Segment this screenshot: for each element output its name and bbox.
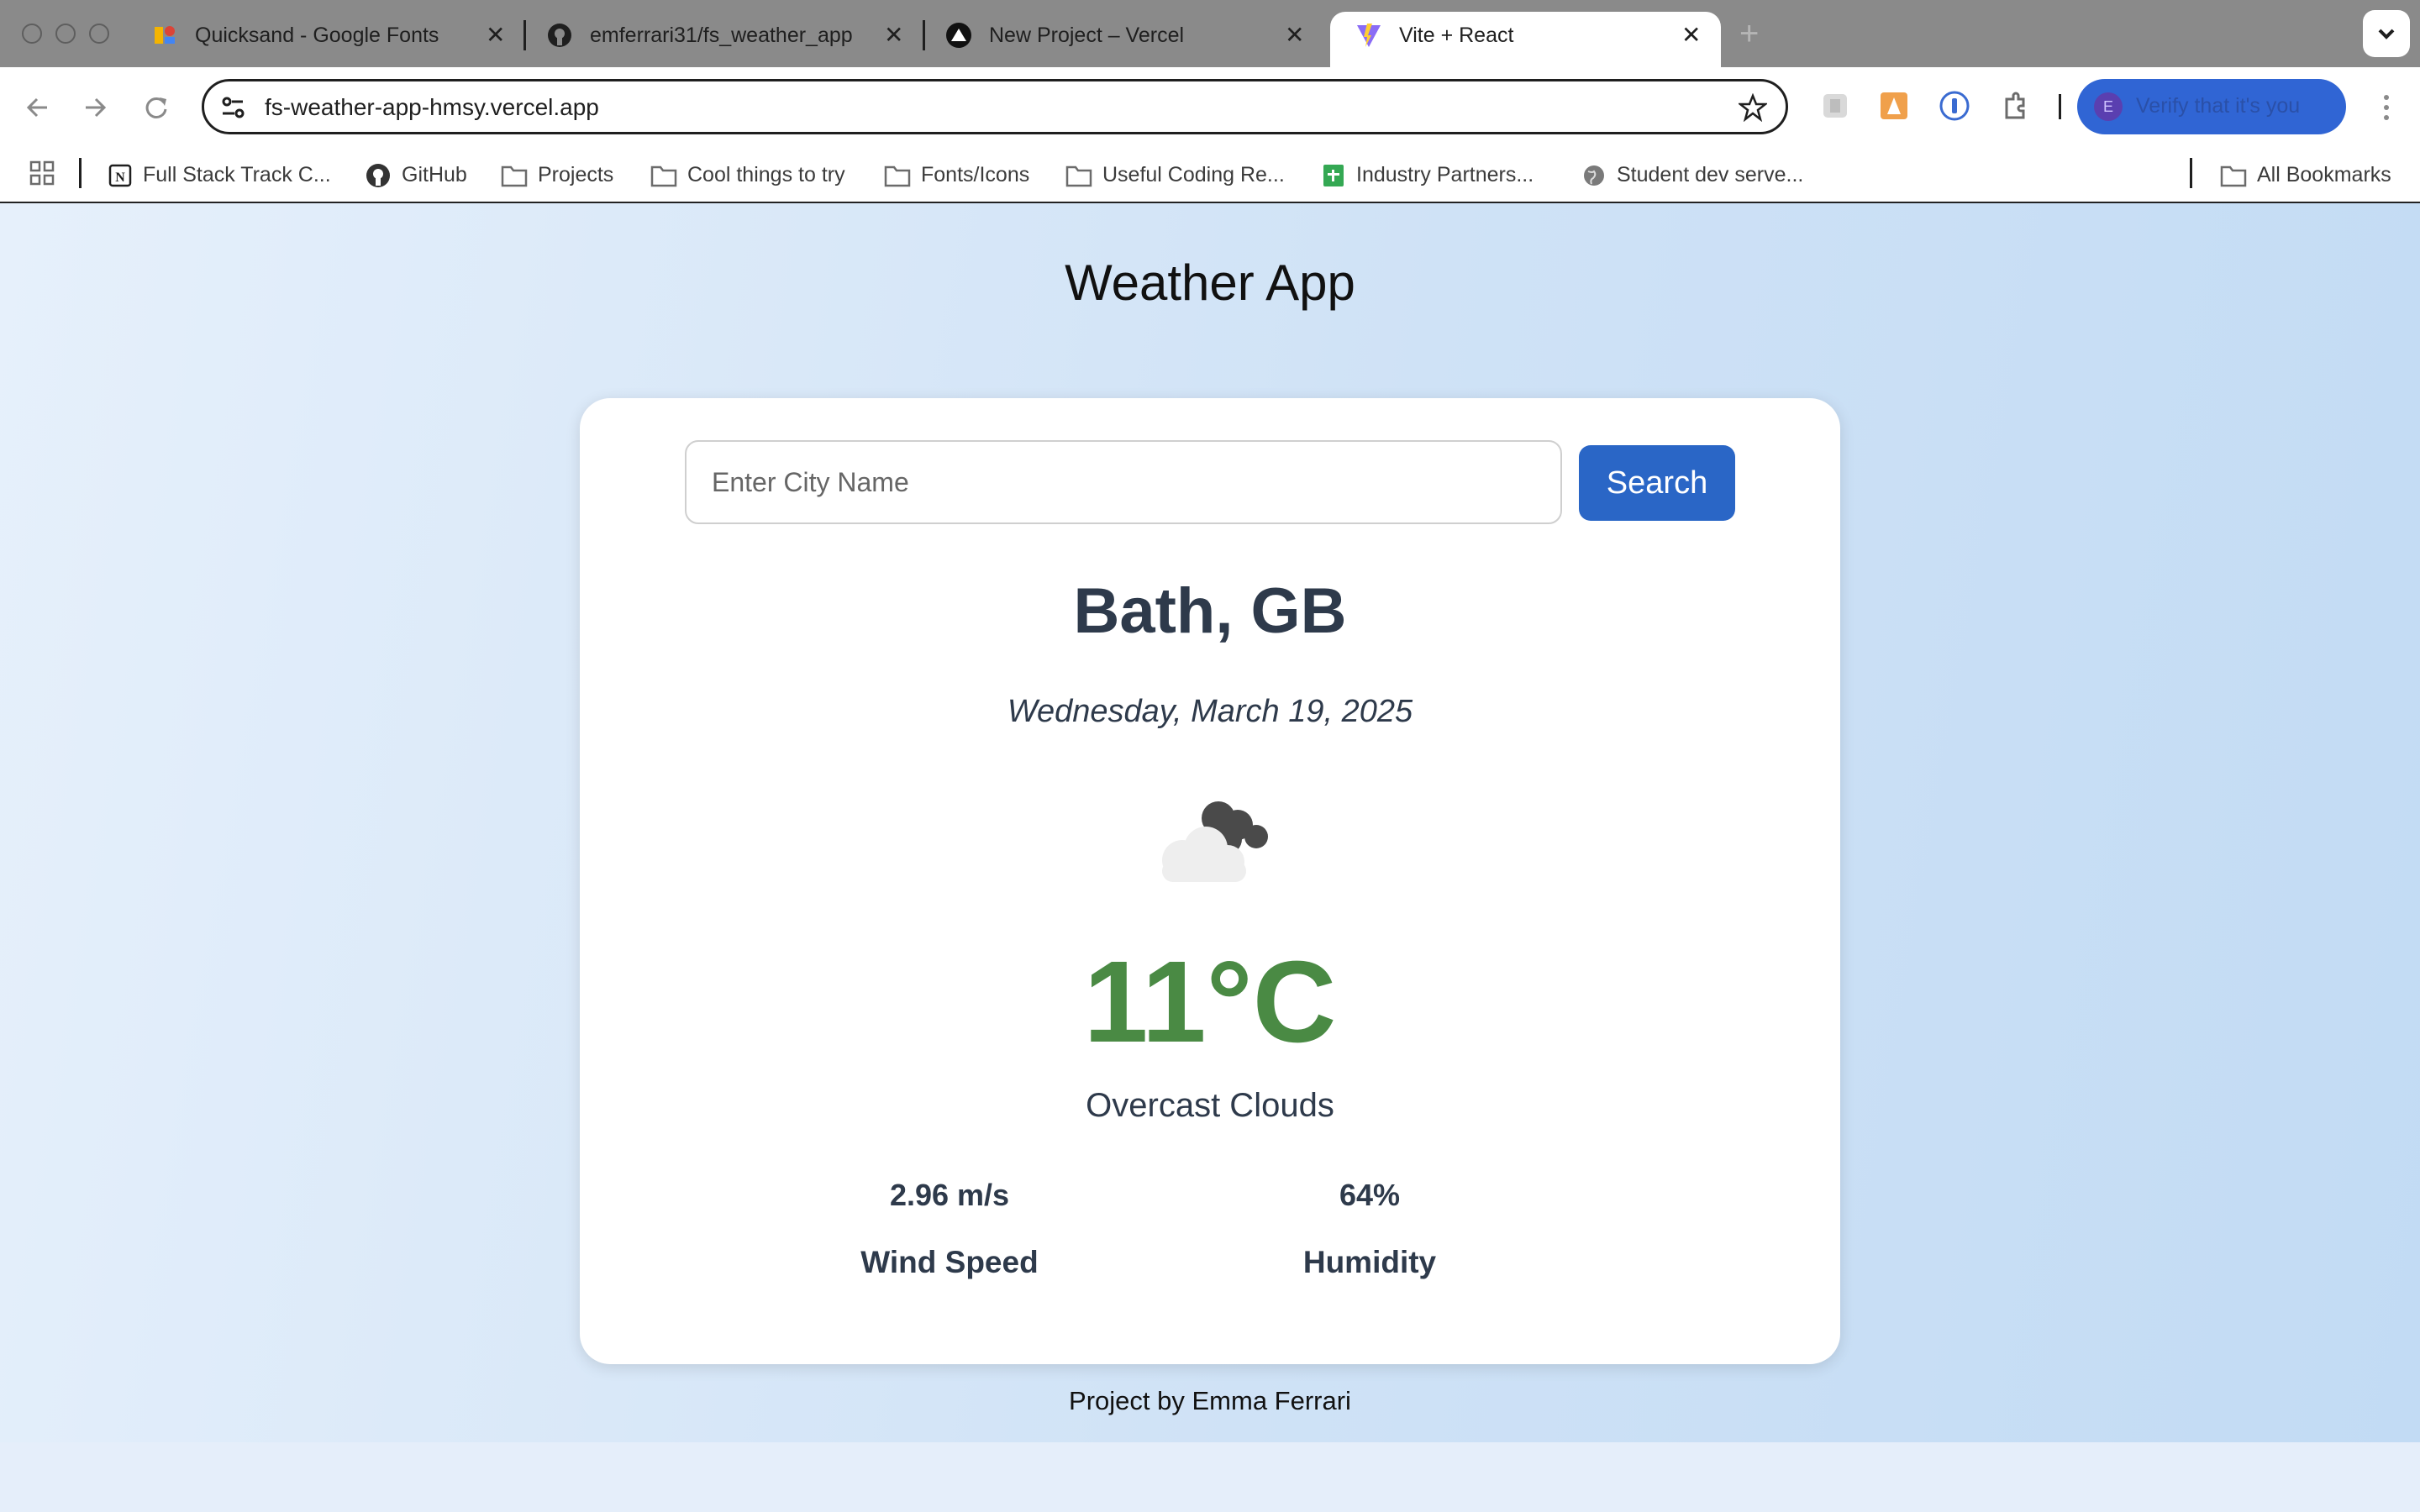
bookmark-star-icon[interactable] [1739,93,1767,122]
browser-toolbar: fs-weather-app-hmsy.vercel.app E Verify … [0,67,2420,146]
bookmark-label: Fonts/Icons [921,163,1030,186]
sheets-icon [1323,165,1344,187]
search-button[interactable]: Search [1579,445,1735,521]
page-bottom-area [0,1442,2420,1512]
tab-google-fonts[interactable]: Quicksand - Google Fonts ✕ [126,12,521,67]
folder-icon [2220,166,2247,187]
extension-icon[interactable] [1818,89,1852,123]
kebab-menu-icon[interactable] [2370,91,2403,124]
close-icon[interactable]: ✕ [486,22,505,49]
bookmark-github[interactable]: GitHub [365,160,467,190]
bookmark-projects[interactable]: Projects [501,160,613,190]
wind-speed-value: 2.96 m/s [889,1178,1010,1212]
weather-app-page: Weather App Search Bath, GB Wednesday, M… [0,203,2420,1442]
overcast-clouds-icon [1162,801,1268,882]
bookmark-useful-coding-resources[interactable]: Useful Coding Re... [1065,160,1285,190]
bookmark-cool-things-to-try[interactable]: Cool things to try [650,160,845,190]
weather-description: Overcast Clouds [1086,1087,1334,1124]
bookmark-label: Useful Coding Re... [1102,163,1285,186]
bookmark-separator [79,158,82,188]
bookmark-label: Full Stack Track C... [143,163,331,186]
reload-icon[interactable] [141,92,171,123]
bookmark-separator [2190,158,2192,188]
bookmark-label: Industry Partners... [1356,163,1534,186]
close-icon[interactable]: ✕ [884,22,903,49]
url-text[interactable]: fs-weather-app-hmsy.vercel.app [265,94,599,121]
bookmark-industry-partners[interactable]: Industry Partners... [1321,160,1534,190]
folder-icon [650,166,677,187]
wind-speed-label: Wind Speed [860,1245,1039,1279]
bookmark-fonts-icons[interactable]: Fonts/Icons [884,160,1029,190]
humidity-stat: 64% Humidity [1231,1178,1508,1280]
city-search-input[interactable] [685,440,1562,524]
bookmark-label: Projects [538,163,614,186]
folder-icon [884,166,911,187]
github-icon [366,164,390,188]
bookmark-label: All Bookmarks [2257,163,2391,186]
bookmarks-bar: N Full Stack Track C... GitHub Projects … [0,146,2420,203]
apps-grid-icon[interactable] [29,160,55,186]
city-name: Bath, GB [1073,575,1347,647]
github-icon [548,24,571,47]
bookmark-label: Cool things to try [687,163,845,186]
bookmark-full-stack-track[interactable]: N Full Stack Track C... [108,160,331,190]
google-fonts-icon [155,26,175,44]
extension-icon[interactable] [1877,89,1911,123]
window-minimize-button[interactable] [55,24,76,44]
extensions-puzzle-icon[interactable] [1998,89,2032,123]
folder-icon [1065,166,1092,187]
bookmark-label: GitHub [402,163,467,186]
bookmark-label: Student dev serve... [1617,163,1804,186]
new-tab-icon[interactable]: + [1739,15,1759,53]
close-icon[interactable]: ✕ [1681,22,1701,49]
globe-icon [1584,165,1604,186]
tab-strip: Quicksand - Google Fonts ✕ emferrari31/f… [0,0,2420,67]
current-date: Wednesday, March 19, 2025 [1007,694,1413,729]
temperature: 11°C [1083,937,1337,1067]
tab-title: Vite + React [1399,24,1514,47]
profile-status-text: Verify that it's you [2136,94,2301,118]
toolbar-separator [2059,94,2061,119]
wind-speed-stat: 2.96 m/s Wind Speed [811,1178,1088,1280]
site-settings-icon[interactable] [219,93,248,122]
footer-credit: Project by Emma Ferrari [1069,1386,1351,1415]
svg-text:N: N [115,171,125,185]
avatar: E [2094,92,2123,121]
password-manager-icon[interactable] [1938,89,1971,123]
back-arrow-icon[interactable] [22,92,52,123]
window-maximize-button[interactable] [89,24,109,44]
address-bar[interactable]: fs-weather-app-hmsy.vercel.app [202,79,1788,134]
all-bookmarks-button[interactable]: All Bookmarks [2220,160,2391,190]
chevron-down-icon [2378,29,2395,39]
forward-arrow-icon[interactable] [81,92,111,123]
tab-vercel[interactable]: New Project – Vercel ✕ [920,12,1332,67]
tab-title: emferrari31/fs_weather_app [590,24,853,47]
profile-button[interactable]: E Verify that it's you [2077,79,2346,134]
close-icon[interactable]: ✕ [1285,22,1304,49]
tab-vite-react[interactable]: Vite + React ✕ [1330,12,1721,67]
window-close-button[interactable] [22,24,42,44]
humidity-label: Humidity [1302,1245,1437,1279]
vite-icon [1357,24,1381,47]
humidity-value: 64% [1339,1178,1401,1212]
folder-icon [501,166,528,187]
vercel-icon [946,23,971,48]
page-title: Weather App [1065,255,1355,311]
tab-title: Quicksand - Google Fonts [195,24,439,47]
tab-title: New Project – Vercel [989,24,1185,47]
weather-card: Search Bath, GB Wednesday, March 19, 202… [580,398,1840,1364]
tab-github[interactable]: emferrari31/fs_weather_app ✕ [521,12,920,67]
bookmark-student-dev-server[interactable]: Student dev serve... [1581,160,1803,190]
tab-search-button[interactable] [2363,10,2410,57]
notion-icon: N [108,165,132,187]
